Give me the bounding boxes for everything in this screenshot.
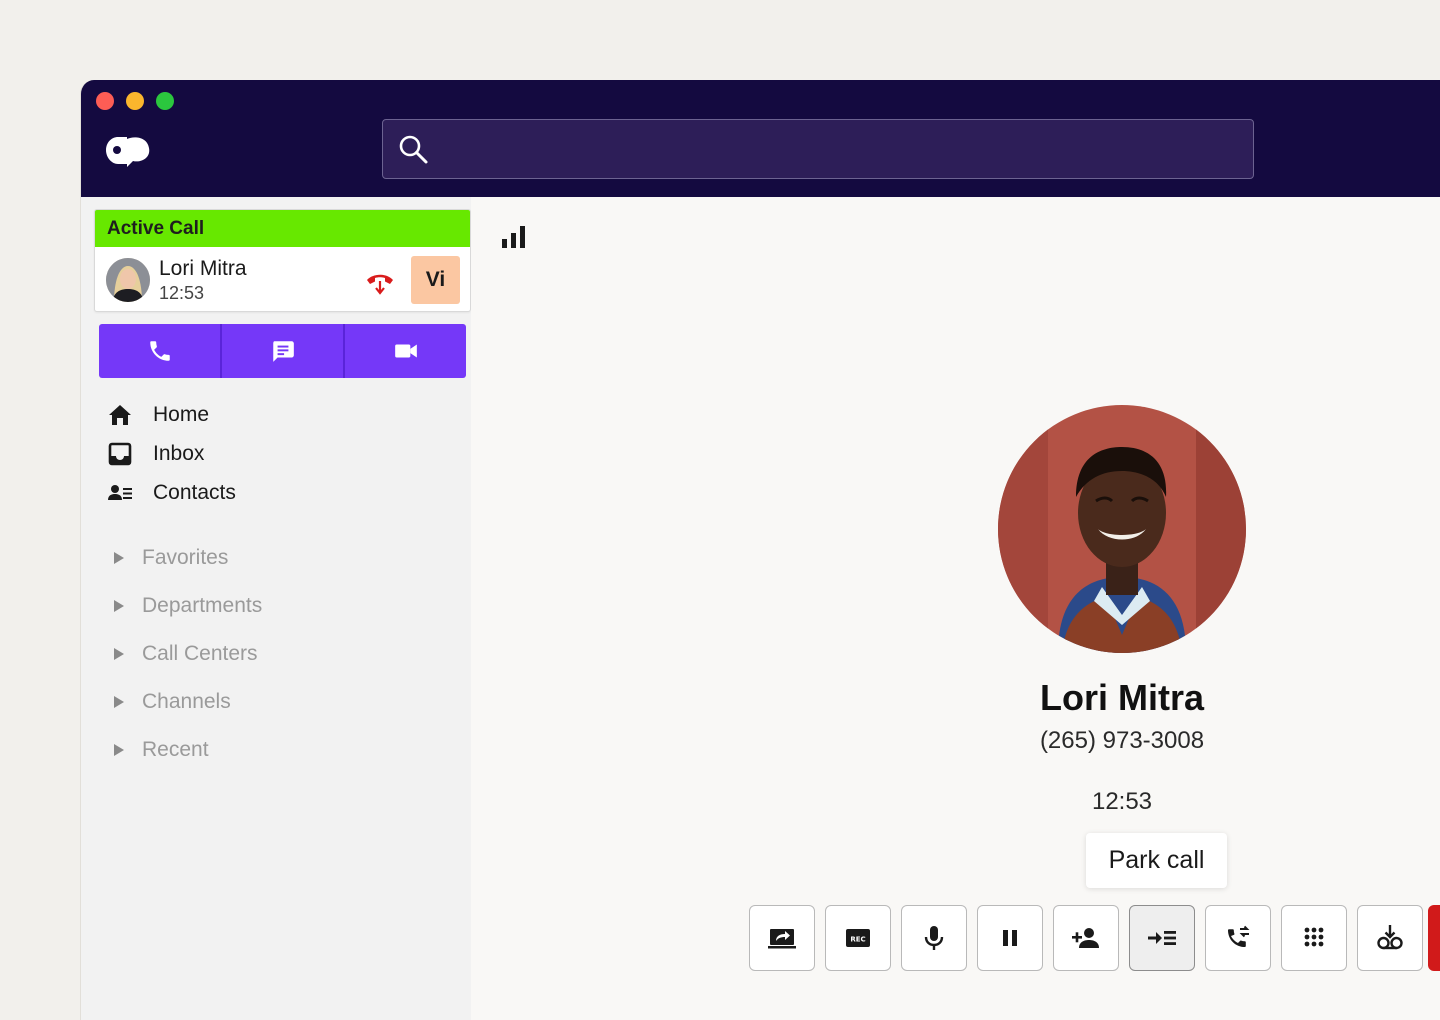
call-controls: REC — [749, 905, 1423, 971]
caret-right-icon — [114, 696, 124, 708]
group-favorites[interactable]: Favorites — [112, 534, 262, 582]
inbox-icon — [108, 442, 132, 465]
video-camera-icon — [394, 344, 417, 358]
group-recent[interactable]: Recent — [112, 726, 262, 774]
contact-avatar — [998, 405, 1246, 653]
message-button[interactable] — [222, 324, 345, 378]
dialpad-button[interactable] — [1281, 905, 1347, 971]
transfer-call-icon — [1228, 925, 1250, 947]
nav-item-home[interactable]: Home — [106, 395, 236, 434]
group-label: Recent — [142, 738, 209, 761]
record-icon: REC — [846, 929, 870, 947]
transfer-call-button[interactable] — [1205, 905, 1271, 971]
end-call-button[interactable] — [1428, 905, 1440, 971]
record-label: REC — [850, 936, 865, 944]
voicemail-drop-icon — [1377, 925, 1403, 950]
microphone-icon — [924, 926, 944, 950]
zoom-window-button[interactable] — [156, 92, 174, 110]
vi-assistant-badge[interactable]: Vi — [411, 256, 460, 304]
caller-avatar-image — [106, 258, 150, 302]
primary-nav: Home Inbox Contacts — [106, 395, 236, 512]
group-label: Favorites — [142, 546, 229, 569]
group-call-centers[interactable]: Call Centers — [112, 630, 262, 678]
group-channels[interactable]: Channels — [112, 678, 262, 726]
caller-avatar — [106, 258, 150, 302]
active-caller-row[interactable]: Lori Mitra 12:53 Vi — [95, 247, 470, 311]
message-icon — [272, 341, 294, 362]
group-label: Departments — [142, 594, 263, 617]
park-call-tooltip: Park call — [1086, 833, 1227, 888]
mute-button[interactable] — [901, 905, 967, 971]
contact-phone-number: (265) 973-3008 — [1039, 727, 1205, 754]
video-button[interactable] — [345, 324, 466, 378]
quick-actions-bar — [99, 324, 466, 378]
share-screen-button[interactable] — [749, 905, 815, 971]
nav-item-contacts[interactable]: Contacts — [106, 473, 236, 512]
pause-icon — [1003, 930, 1017, 946]
nav-item-label: Contacts — [153, 480, 236, 504]
group-label: Channels — [142, 690, 231, 713]
contacts-icon — [108, 484, 132, 500]
window-controls — [96, 92, 174, 110]
app-window: Active Call Lori Mitra 12:53 Vi Home Inb… — [80, 80, 1440, 1020]
caret-right-icon — [114, 600, 124, 612]
phone-icon — [149, 341, 170, 361]
add-participant-button[interactable] — [1053, 905, 1119, 971]
contact-name: Lori Mitra — [1039, 677, 1204, 718]
call-button[interactable] — [99, 324, 222, 378]
caret-right-icon — [114, 552, 124, 564]
record-button[interactable]: REC — [825, 905, 891, 971]
contact-photo — [998, 405, 1246, 653]
home-icon — [109, 404, 131, 425]
sidebar: Active Call Lori Mitra 12:53 Vi Home Inb… — [81, 197, 471, 1020]
search-icon — [399, 135, 428, 164]
caret-right-icon — [114, 648, 124, 660]
call-view: Lori Mitra (265) 973-3008 12:53 Park cal… — [471, 197, 1440, 1020]
call-timer: 12:53 — [1091, 788, 1153, 815]
caret-right-icon — [114, 744, 124, 756]
nav-item-label: Home — [153, 402, 210, 426]
title-bar — [81, 80, 1440, 197]
search-bar[interactable] — [382, 119, 1254, 179]
add-person-icon — [1072, 928, 1099, 948]
hold-button[interactable] — [977, 905, 1043, 971]
active-caller-name: Lori Mitra — [159, 257, 247, 280]
signal-strength-icon[interactable] — [501, 223, 527, 249]
active-call-duration: 12:53 — [159, 283, 205, 303]
group-departments[interactable]: Departments — [112, 582, 262, 630]
park-call-icon — [1148, 931, 1176, 945]
app-logo-icon — [106, 137, 150, 167]
nav-item-inbox[interactable]: Inbox — [106, 434, 236, 473]
dialpad-icon — [1304, 927, 1324, 947]
share-screen-icon — [768, 929, 796, 949]
minimize-window-button[interactable] — [126, 92, 144, 110]
park-call-button[interactable] — [1129, 905, 1195, 971]
nav-item-label: Inbox — [153, 441, 205, 465]
close-window-button[interactable] — [96, 92, 114, 110]
sidebar-groups: Favorites Departments Call Centers Chann… — [112, 534, 262, 774]
voicemail-drop-button[interactable] — [1357, 905, 1423, 971]
active-call-header: Active Call — [95, 210, 470, 247]
search-input[interactable] — [443, 120, 1243, 178]
group-label: Call Centers — [142, 642, 258, 665]
hang-up-icon[interactable] — [365, 267, 395, 297]
active-call-card[interactable]: Active Call Lori Mitra 12:53 Vi — [94, 209, 471, 312]
